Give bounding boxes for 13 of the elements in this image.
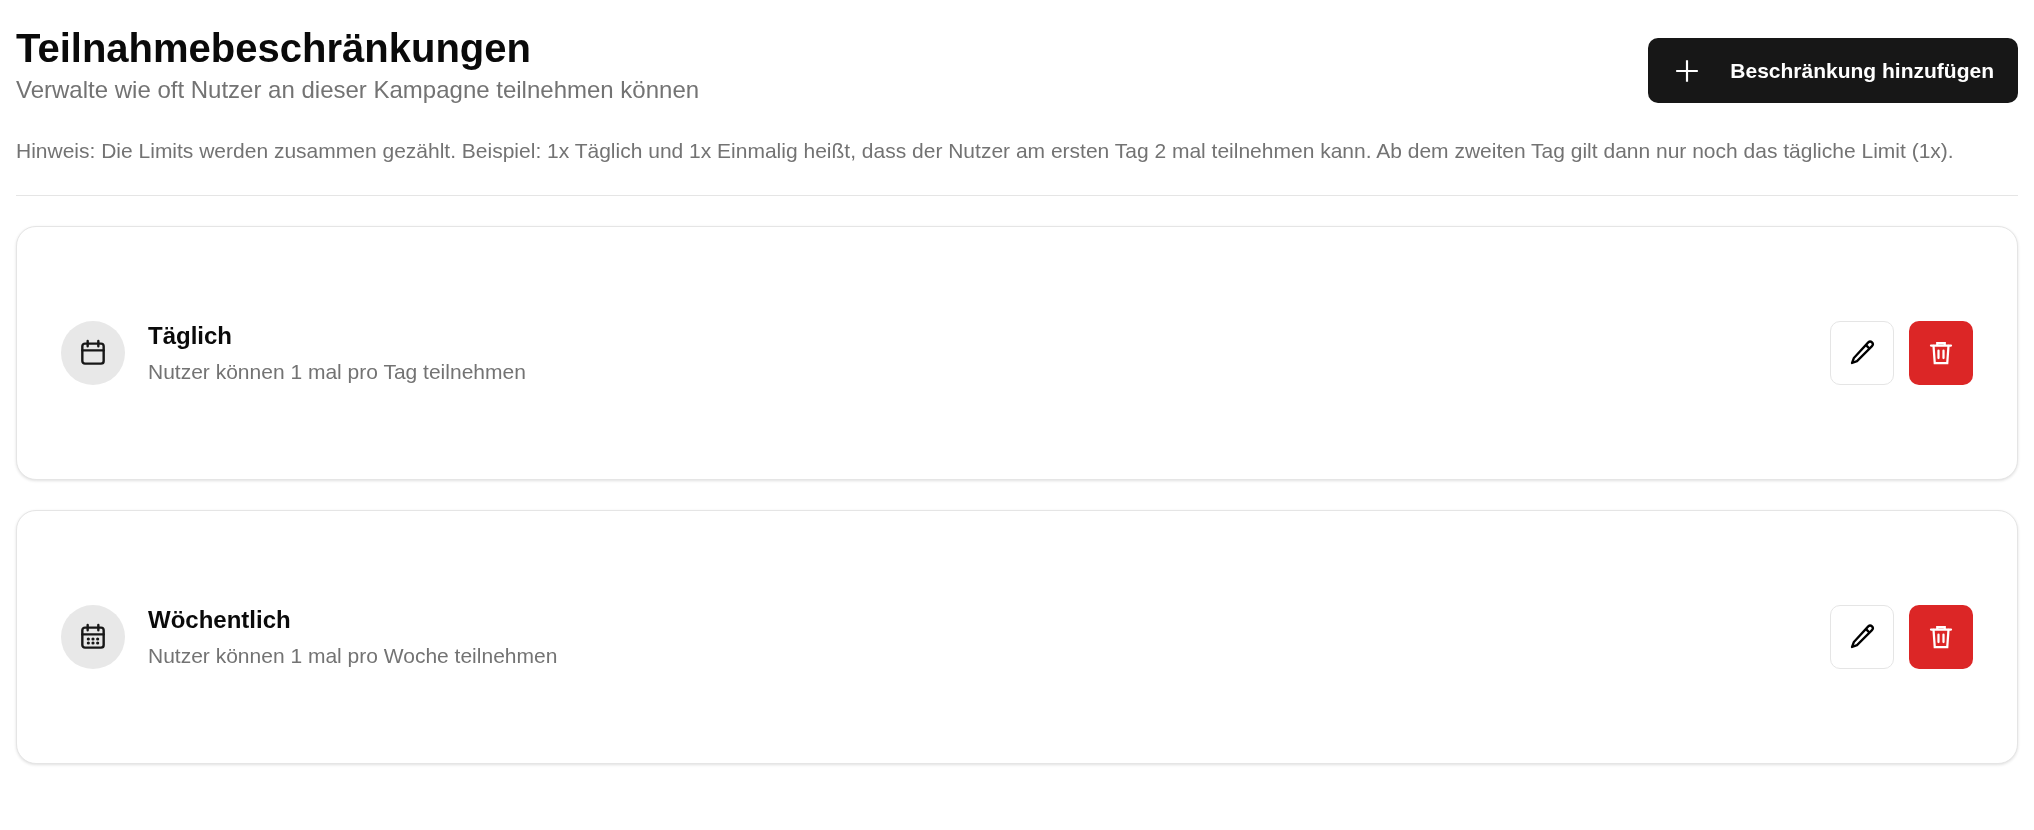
hint-text: Hinweis: Die Limits werden zusammen gezählt. Beispiel: 1x Täglich und 1x Einmalig heißt, dass der Nutzer am ersten Tag 2 mal teilnehmen kann. Ab dem zweiten Tag gilt dann nur noch das tägliche Limit (1x).	[16, 138, 1955, 164]
page-subtitle: Verwalte wie oft Nutzer an dieser Kampagne teilnehmen können	[16, 75, 700, 105]
delete-button[interactable]	[1909, 321, 1973, 385]
add-restriction-button[interactable]: Beschränkung hinzufügen	[1648, 38, 2018, 103]
page-title: Teilnahmebeschränkungen	[16, 25, 532, 72]
delete-button[interactable]	[1909, 605, 1973, 669]
edit-button[interactable]	[1830, 321, 1894, 385]
restriction-description: Nutzer können 1 mal pro Woche teilnehmen	[148, 643, 559, 669]
plus-icon	[1674, 57, 1701, 84]
restriction-title: Täglich	[148, 321, 233, 351]
restriction-description: Nutzer können 1 mal pro Tag teilnehmen	[148, 359, 527, 385]
edit-button[interactable]	[1830, 605, 1894, 669]
restriction-title: Wöchentlich	[148, 605, 292, 635]
